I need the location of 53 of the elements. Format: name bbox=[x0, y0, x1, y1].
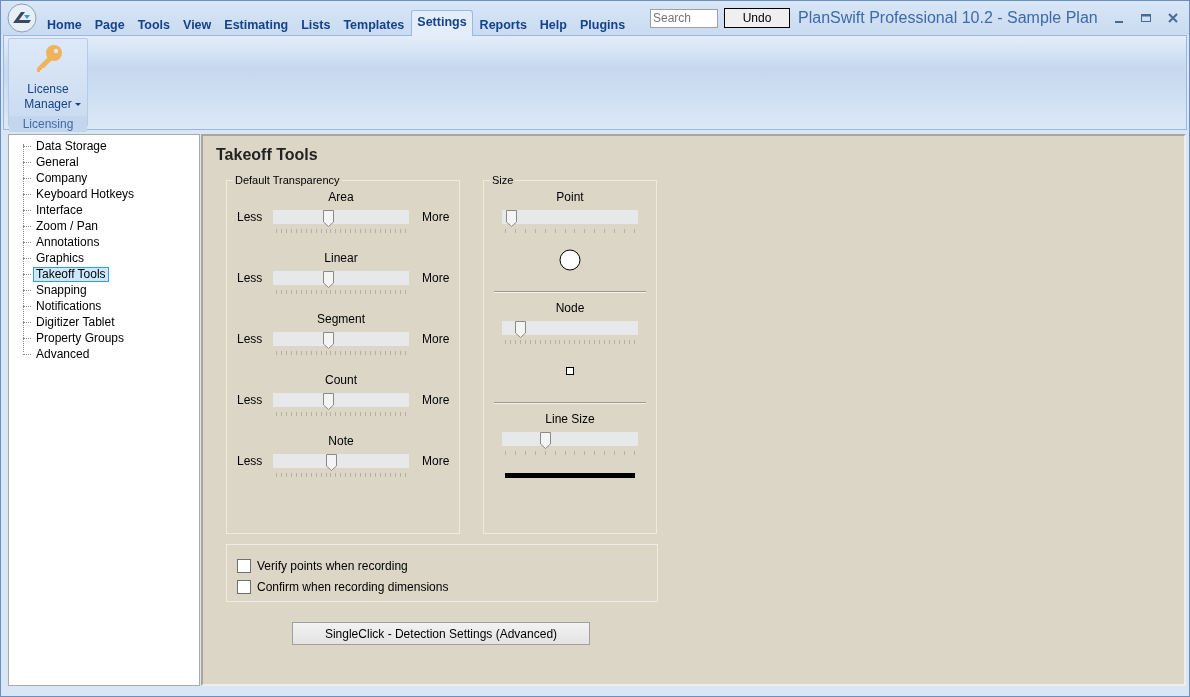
slider-label: Node bbox=[555, 301, 585, 315]
tree-item[interactable]: Graphics bbox=[33, 250, 88, 266]
window-title: PlanSwift Professional 10.2 - Sample Plan bbox=[798, 9, 1098, 27]
tree-item[interactable]: Advanced bbox=[33, 346, 93, 362]
max-label: More bbox=[421, 393, 451, 407]
detection-settings-button[interactable]: SingleClick - Detection Settings (Advanced) bbox=[292, 622, 590, 645]
group-title: Default Transparency bbox=[234, 174, 341, 186]
group-label: Licensing bbox=[9, 116, 87, 132]
min-label: Less bbox=[236, 332, 264, 346]
checkbox-label: Verify points when recording bbox=[257, 558, 408, 573]
ribbon-tab[interactable]: View bbox=[177, 13, 218, 35]
search-field[interactable]: Search bbox=[650, 8, 718, 28]
min-label: Less bbox=[236, 210, 264, 224]
ribbon-tab[interactable]: Settings bbox=[411, 10, 473, 36]
tree-item[interactable]: General bbox=[33, 154, 82, 170]
tree-item[interactable]: Company bbox=[33, 170, 91, 186]
ribbon-tab[interactable]: Lists bbox=[295, 13, 337, 35]
slider-label: Point bbox=[556, 190, 584, 204]
ribbon-tab[interactable]: Page bbox=[88, 13, 131, 35]
min-label: Less bbox=[236, 393, 264, 407]
min-label: Less bbox=[236, 454, 264, 468]
slider-label: Segment bbox=[316, 312, 366, 326]
group-title: Size bbox=[491, 174, 515, 186]
tree-item[interactable]: Interface bbox=[33, 202, 86, 218]
checkbox-label: Confirm when recording dimensions bbox=[257, 579, 449, 594]
undo-button[interactable]: Undo bbox=[724, 8, 790, 28]
max-label: More bbox=[421, 454, 451, 468]
max-label: More bbox=[421, 271, 451, 285]
tree-item[interactable]: Annotations bbox=[33, 234, 103, 250]
tree-item[interactable]: Zoom / Pan bbox=[33, 218, 102, 234]
min-label: Less bbox=[236, 271, 264, 285]
tree-item[interactable]: Data Storage bbox=[33, 138, 110, 154]
max-label: More bbox=[421, 210, 451, 224]
ribbon-tab[interactable]: Help bbox=[533, 13, 573, 35]
slider-label: Count bbox=[324, 373, 358, 387]
slider-label: Note bbox=[327, 434, 355, 448]
slider-label: Line Size bbox=[545, 412, 595, 426]
ribbon-tab[interactable]: Templates bbox=[337, 13, 411, 35]
tree-item[interactable]: Property Groups bbox=[33, 330, 128, 346]
max-label: More bbox=[421, 332, 451, 346]
ribbon-tab[interactable]: Tools bbox=[131, 13, 177, 35]
ribbon-tab[interactable]: Plugins bbox=[573, 13, 632, 35]
ribbon-tab[interactable]: Estimating bbox=[218, 13, 295, 35]
panel-title: Takeoff Tools bbox=[216, 146, 319, 164]
tree-item[interactable]: Notifications bbox=[33, 298, 105, 314]
tree-item[interactable]: Keyboard Hotkeys bbox=[33, 186, 138, 202]
tree-item[interactable]: Snapping bbox=[33, 282, 90, 298]
tree-item[interactable]: Takeoff Tools bbox=[33, 266, 109, 282]
tree-item[interactable]: Digitizer Tablet bbox=[33, 314, 118, 330]
slider-label: Linear bbox=[323, 251, 359, 265]
ribbon-tab[interactable]: Home bbox=[41, 13, 88, 35]
slider-label: Area bbox=[327, 190, 355, 204]
ribbon-tab[interactable]: Reports bbox=[473, 13, 533, 35]
